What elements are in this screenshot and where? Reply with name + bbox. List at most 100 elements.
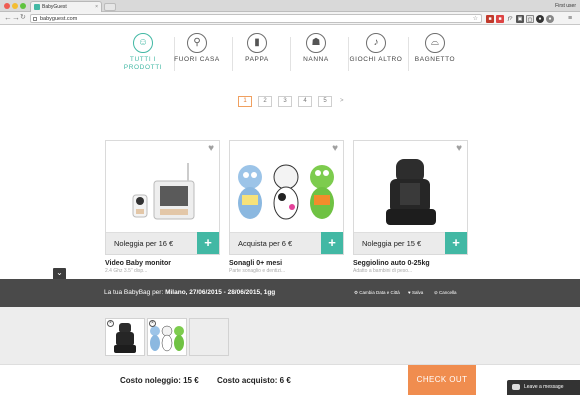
- crib-icon: ☗: [306, 33, 326, 53]
- add-to-bag-button[interactable]: +: [197, 232, 219, 254]
- category-nanna[interactable]: ☗ NANNA: [287, 33, 345, 64]
- collapse-bag-chevron-icon[interactable]: ⌄: [53, 268, 66, 279]
- remove-item-icon[interactable]: ×: [149, 320, 156, 327]
- category-label: TUTTI I: [129, 56, 157, 63]
- bag-item-car-seat[interactable]: ×: [105, 318, 145, 356]
- window-minimize-button[interactable]: [12, 3, 18, 9]
- product-price-bar: Noleggia per 15 € +: [354, 232, 467, 254]
- chat-bubble-icon: [512, 384, 520, 390]
- category-nav: ☺ TUTTI I PRODOTTI ⚲ FUORI CASA ▮ PAPPA …: [114, 33, 466, 77]
- babybag-title-prefix: La tua BabyBag per:: [104, 289, 164, 296]
- delete-bag-link[interactable]: ⊘ Cancella: [434, 290, 457, 296]
- heart-icon[interactable]: ♥: [456, 144, 462, 154]
- page-4-link[interactable]: 4: [298, 96, 312, 107]
- change-date-city-label: Cambia Data e Città: [359, 290, 400, 295]
- tab-close-icon[interactable]: ×: [95, 2, 98, 12]
- extension-icon-2[interactable]: ■: [496, 15, 504, 23]
- extension-icon-5[interactable]: ▢: [526, 15, 534, 23]
- buy-cost: Costo acquisto: 6 €: [217, 376, 291, 385]
- category-label: NANNA: [303, 56, 329, 63]
- next-page-link[interactable]: >: [340, 96, 344, 106]
- browser-user-label[interactable]: First user: [555, 1, 576, 11]
- page-icon: [33, 17, 37, 21]
- category-label-line2: PRODOTTI: [123, 64, 163, 71]
- new-tab-button[interactable]: [104, 3, 116, 11]
- page-3-link[interactable]: 3: [278, 96, 292, 107]
- babybag-bar: La tua BabyBag per: Milano, 27/06/2015 -…: [0, 279, 580, 307]
- category-giochi-altro[interactable]: ♪ GIOCHI ALTRO: [347, 33, 405, 64]
- extension-icon-1[interactable]: ■: [486, 15, 494, 23]
- extension-icon-6[interactable]: ●: [536, 15, 544, 23]
- extension-icon-3[interactable]: f?: [506, 15, 514, 23]
- change-date-city-link[interactable]: ⚙ Cambia Data e Città: [354, 290, 400, 296]
- category-pappa[interactable]: ▮ PAPPA: [228, 33, 286, 64]
- reload-icon[interactable]: ↻: [20, 13, 26, 23]
- page-1-link[interactable]: 1: [238, 96, 252, 107]
- product-price: Noleggia per 15 €: [362, 239, 422, 248]
- babybag-title-value: Milano, 27/06/2015 - 28/06/2015, 1gg: [165, 289, 276, 296]
- tab-title: BabyGuest: [42, 4, 67, 10]
- forward-arrow-icon[interactable]: →: [12, 13, 20, 23]
- product-name[interactable]: Seggiolino auto 0-25kg: [353, 259, 430, 268]
- bag-empty-slot: [189, 318, 229, 356]
- product-description: Adatto a bambini di peso...: [353, 268, 413, 274]
- save-bag-link[interactable]: ♥ Salva: [408, 290, 423, 296]
- heart-icon[interactable]: ♥: [332, 144, 338, 154]
- heart-icon[interactable]: ♥: [208, 144, 214, 154]
- chrome-menu-icon[interactable]: ≡: [566, 15, 574, 23]
- page-5-link[interactable]: 5: [318, 96, 332, 107]
- product-description: 2.4 Ghz 3.5" disp...: [105, 268, 148, 274]
- product-card[interactable]: ♥ Acquista per 6 € +: [229, 140, 344, 255]
- product-card[interactable]: ♥ Noleggia per 16 € +: [105, 140, 220, 255]
- product-price-bar: Acquista per 6 € +: [230, 232, 343, 254]
- extension-icon-7[interactable]: ●: [546, 15, 554, 23]
- product-card[interactable]: ♥ Noleggia per 15 € +: [353, 140, 468, 255]
- rattle-icon: ♪: [366, 33, 386, 53]
- car-seat-image: [386, 159, 436, 225]
- category-label: FUORI CASA: [174, 56, 220, 63]
- category-label: BAGNETTO: [414, 56, 456, 63]
- browser-tab[interactable]: BabyGuest ×: [30, 1, 102, 12]
- category-label: GIOCHI ALTRO: [349, 56, 403, 63]
- category-label: PAPPA: [245, 56, 269, 63]
- back-arrow-icon[interactable]: ←: [4, 13, 12, 23]
- address-bar-url: babyguest.com: [40, 16, 78, 22]
- page-2-link[interactable]: 2: [258, 96, 272, 107]
- bag-totals: Costo noleggio: 15 € Costo acquisto: 6 €…: [0, 365, 580, 409]
- baby-face-icon: ☺: [133, 33, 153, 53]
- rattles-image: [238, 164, 334, 220]
- window-zoom-button[interactable]: [20, 3, 26, 9]
- leave-message-label: Leave a message: [524, 384, 564, 390]
- add-to-bag-button[interactable]: +: [445, 232, 467, 254]
- add-to-bag-button[interactable]: +: [321, 232, 343, 254]
- window-close-button[interactable]: [4, 3, 10, 9]
- save-bag-label: Salva: [411, 290, 424, 295]
- browser-tab-strip: BabyGuest × First user: [0, 0, 580, 12]
- address-bar[interactable]: babyguest.com ☆: [30, 14, 482, 23]
- rent-cost: Costo noleggio: 15 €: [120, 376, 199, 385]
- product-name[interactable]: Sonagli 0+ mesi: [229, 259, 282, 268]
- product-price: Acquista per 6 €: [238, 239, 293, 248]
- bottle-icon: ▮: [247, 33, 267, 53]
- browser-toolbar: ← → ↻ babyguest.com ☆ ■ ■ f? ▣ ▢ ● ● ≡: [0, 12, 580, 25]
- bathtub-icon: ⌓: [425, 33, 445, 53]
- product-price-bar: Noleggia per 16 € +: [106, 232, 219, 254]
- babybag-items: × ×: [0, 307, 580, 365]
- category-fuori-casa[interactable]: ⚲ FUORI CASA: [168, 33, 226, 64]
- remove-item-icon[interactable]: ×: [107, 320, 114, 327]
- stroller-icon: ⚲: [187, 33, 207, 53]
- baby-monitor-image: [132, 163, 195, 220]
- product-name[interactable]: Video Baby monitor: [105, 259, 171, 268]
- babybag-title: La tua BabyBag per: Milano, 27/06/2015 -…: [104, 289, 275, 297]
- category-bagnetto[interactable]: ⌓ BAGNETTO: [406, 33, 464, 64]
- category-tutti-i-prodotti[interactable]: ☺ TUTTI I PRODOTTI: [114, 33, 172, 72]
- site-favicon-icon: [34, 4, 40, 10]
- extension-icon-4[interactable]: ▣: [516, 15, 524, 23]
- bookmark-star-icon[interactable]: ☆: [473, 15, 478, 23]
- leave-message-button[interactable]: Leave a message: [507, 380, 580, 395]
- product-description: Parte sonaglio e dentizi...: [229, 268, 286, 274]
- checkout-button[interactable]: CHECK OUT: [408, 365, 476, 395]
- product-price: Noleggia per 16 €: [114, 239, 174, 248]
- delete-bag-label: Cancella: [439, 290, 457, 295]
- bag-item-rattles[interactable]: ×: [147, 318, 187, 356]
